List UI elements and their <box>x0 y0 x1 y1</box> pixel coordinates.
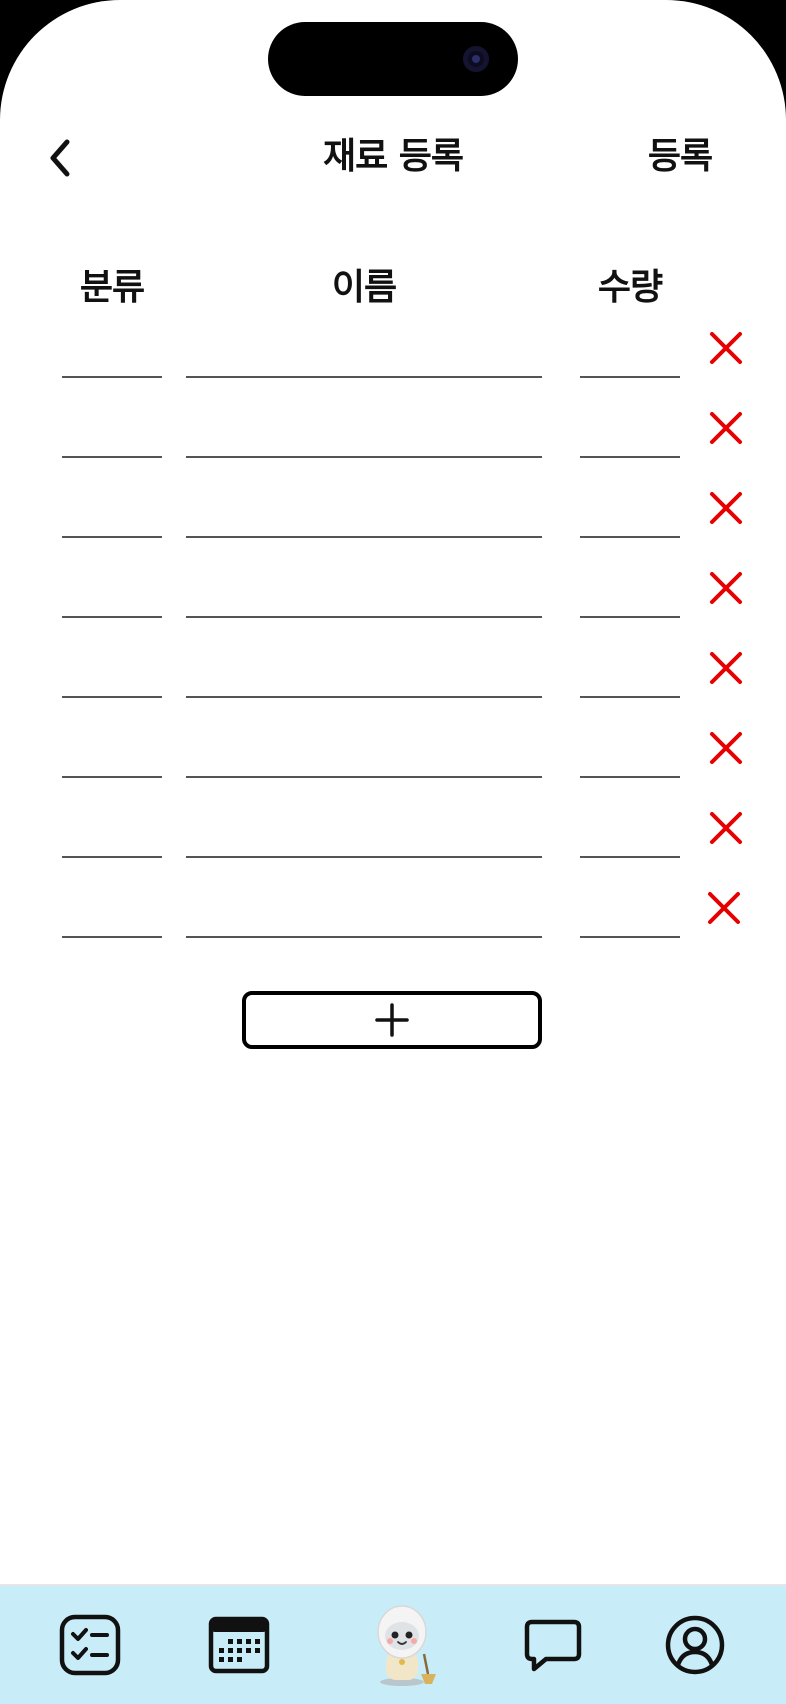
category-input[interactable] <box>62 814 162 858</box>
category-input[interactable] <box>62 574 162 618</box>
name-input[interactable] <box>186 574 542 618</box>
delete-row-button[interactable] <box>702 886 746 930</box>
delete-row-button[interactable] <box>704 326 748 370</box>
plus-icon <box>375 1003 409 1037</box>
quantity-input[interactable] <box>580 334 680 378</box>
page-title: 재료 등록 <box>322 136 464 177</box>
category-input[interactable] <box>62 334 162 378</box>
back-button[interactable] <box>38 132 82 184</box>
quantity-input[interactable] <box>580 494 680 538</box>
checklist-icon <box>59 1614 121 1676</box>
close-icon <box>710 812 742 844</box>
ingredient-row <box>0 458 786 538</box>
device-frame: 재료 등록 등록 분류 이름 수량 <box>0 0 786 1704</box>
ingredient-row <box>0 698 786 778</box>
add-row-button[interactable] <box>242 991 542 1049</box>
quantity-input[interactable] <box>580 654 680 698</box>
ingredient-row <box>0 298 786 378</box>
app-screen: 재료 등록 등록 분류 이름 수량 <box>0 0 786 1704</box>
category-input[interactable] <box>62 414 162 458</box>
close-icon <box>708 892 740 924</box>
nav-mascot[interactable] <box>366 1602 442 1688</box>
chat-bubble-icon <box>524 1619 582 1672</box>
nav-calendar[interactable] <box>206 1612 272 1678</box>
name-input[interactable] <box>186 814 542 858</box>
name-input[interactable] <box>186 334 542 378</box>
close-icon <box>710 332 742 364</box>
nav-profile[interactable] <box>662 1612 728 1678</box>
delete-row-button[interactable] <box>704 646 748 690</box>
close-icon <box>710 492 742 524</box>
delete-row-button[interactable] <box>704 566 748 610</box>
name-input[interactable] <box>186 734 542 778</box>
robot-mascot-icon <box>377 1605 436 1686</box>
calendar-icon <box>208 1616 270 1674</box>
close-icon <box>710 652 742 684</box>
name-input[interactable] <box>186 654 542 698</box>
ingredient-row <box>0 538 786 618</box>
delete-row-button[interactable] <box>704 726 748 770</box>
submit-button[interactable]: 등록 <box>638 131 722 183</box>
ingredient-row <box>0 378 786 458</box>
category-input[interactable] <box>62 894 162 938</box>
delete-row-button[interactable] <box>704 406 748 450</box>
quantity-input[interactable] <box>580 814 680 858</box>
name-input[interactable] <box>186 494 542 538</box>
nav-checklist[interactable] <box>57 1612 123 1678</box>
category-input[interactable] <box>62 494 162 538</box>
close-icon <box>710 412 742 444</box>
camera-lens <box>463 46 489 72</box>
quantity-input[interactable] <box>580 414 680 458</box>
quantity-input[interactable] <box>580 734 680 778</box>
close-icon <box>710 572 742 604</box>
chevron-left-icon <box>50 139 70 177</box>
quantity-input[interactable] <box>580 574 680 618</box>
bottom-nav <box>0 1584 786 1704</box>
close-icon <box>710 732 742 764</box>
dynamic-island <box>268 22 518 96</box>
ingredient-row <box>0 618 786 698</box>
category-input[interactable] <box>62 734 162 778</box>
name-input[interactable] <box>186 414 542 458</box>
profile-icon <box>665 1615 725 1675</box>
name-input[interactable] <box>186 894 542 938</box>
delete-row-button[interactable] <box>704 806 748 850</box>
ingredient-row <box>0 778 786 858</box>
delete-row-button[interactable] <box>704 486 748 530</box>
nav-chat[interactable] <box>520 1612 586 1678</box>
category-input[interactable] <box>62 654 162 698</box>
ingredient-row <box>0 858 786 938</box>
quantity-input[interactable] <box>580 894 680 938</box>
